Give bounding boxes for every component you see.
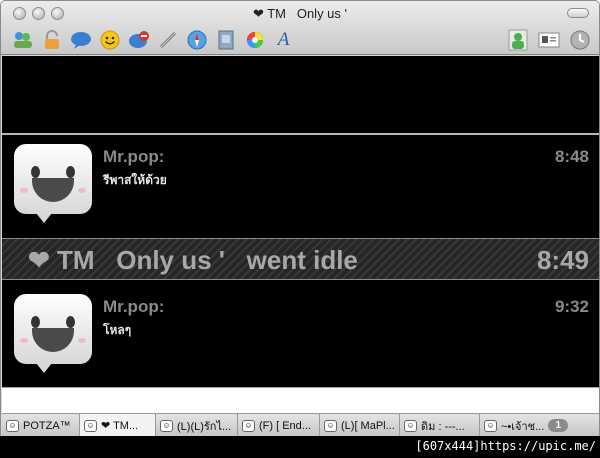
message-sender: Mr.pop: [103, 297, 165, 316]
tab-smiley-icon: ☺ [84, 419, 97, 432]
avatar [14, 294, 92, 373]
message-divider [2, 133, 599, 135]
lock-icon[interactable] [40, 28, 63, 51]
tab-smiley-icon: ☺ [6, 419, 19, 432]
tab-label: (L)[ MaPl... [341, 419, 395, 432]
status-idle-row: ❤ TM Only us ' went idle 8:49 [2, 238, 599, 280]
font-icon[interactable]: A [272, 28, 295, 51]
toolbar: A [11, 28, 295, 51]
link-icon[interactable] [156, 28, 179, 51]
toolbar-right [506, 28, 591, 51]
toolbar-toggle-button[interactable] [567, 8, 589, 18]
tab-label: ดิม : ---... [421, 420, 465, 433]
window-title: ❤ TM Only us ' [252, 6, 348, 21]
block-icon[interactable] [127, 28, 150, 51]
tab-smiley-icon: ☺ [160, 419, 173, 432]
tab-label: POTZA™ [23, 419, 71, 432]
tab-smiley-icon: ☺ [242, 419, 255, 432]
message-time: 9:32 [554, 297, 589, 316]
message-time: 8:48 [554, 147, 589, 166]
font-icon-glyph: A [277, 29, 290, 50]
history-icon[interactable] [568, 28, 591, 51]
safari-icon[interactable] [185, 28, 208, 51]
card-icon[interactable] [537, 28, 560, 51]
tab-label: (F) [ End... [259, 419, 311, 432]
tab-dim[interactable]: ☺ ดิม : ---... [400, 414, 480, 437]
message-row: Mr.pop: รีพาสให้ด้วย 8:48 [2, 136, 599, 236]
status-time: 8:49 [536, 245, 589, 275]
message-text: รีพาสให้ด้วย [103, 173, 167, 187]
tab-smiley-icon: ☺ [324, 419, 337, 432]
person-icon[interactable] [506, 28, 529, 51]
smiley-icon[interactable] [98, 28, 121, 51]
chat-window: ❤ TM Only us ' A Mr.pop: รีพาสให้ด้วย 8:… [0, 0, 600, 458]
watermark: [607x444]https://upic.me/ [415, 439, 596, 453]
message-sender: Mr.pop: [103, 147, 165, 166]
file-icon[interactable] [214, 28, 237, 51]
tab-smiley-icon: ☺ [484, 419, 497, 432]
tab-l-mapl[interactable]: ☺ (L)[ MaPl... [320, 414, 400, 437]
chat-transcript[interactable]: Mr.pop: รีพาสให้ด้วย 8:48 ❤ TM Only us '… [2, 56, 599, 387]
contacts-icon[interactable] [11, 28, 34, 51]
message-text: โหลๆ [103, 323, 132, 337]
tab-tm[interactable]: ☺ ❤ TM... [80, 414, 156, 437]
unread-badge: 1 [548, 419, 569, 432]
message-input[interactable] [2, 388, 599, 413]
tab-chao[interactable]: ☺ ~•เจ้าช... 1 [480, 414, 599, 437]
tab-potza[interactable]: ☺ POTZA™ [2, 414, 80, 437]
tab-bar: ☺ POTZA™ ☺ ❤ TM... ☺ (L)(L)รักไ... ☺ (F)… [2, 413, 599, 437]
tab-smiley-icon: ☺ [404, 419, 417, 432]
tab-label: ❤ TM... [101, 420, 139, 432]
message-row: Mr.pop: โหลๆ 9:32 [2, 286, 599, 386]
avatar [14, 144, 92, 223]
bubble-icon[interactable] [69, 28, 92, 51]
image-footer: [607x444]https://upic.me/ [0, 436, 600, 458]
tab-label: (L)(L)รักไ... [177, 420, 232, 433]
tab-label: ~•เจ้าช... [501, 420, 545, 433]
message-input-area [2, 387, 599, 413]
tab-f-end[interactable]: ☺ (F) [ End... [238, 414, 320, 437]
tab-l-l[interactable]: ☺ (L)(L)รักไ... [156, 414, 238, 437]
color-icon[interactable] [243, 28, 266, 51]
status-text: ❤ TM Only us ' went idle [28, 245, 358, 275]
title-bar: ❤ TM Only us ' A [1, 1, 599, 55]
